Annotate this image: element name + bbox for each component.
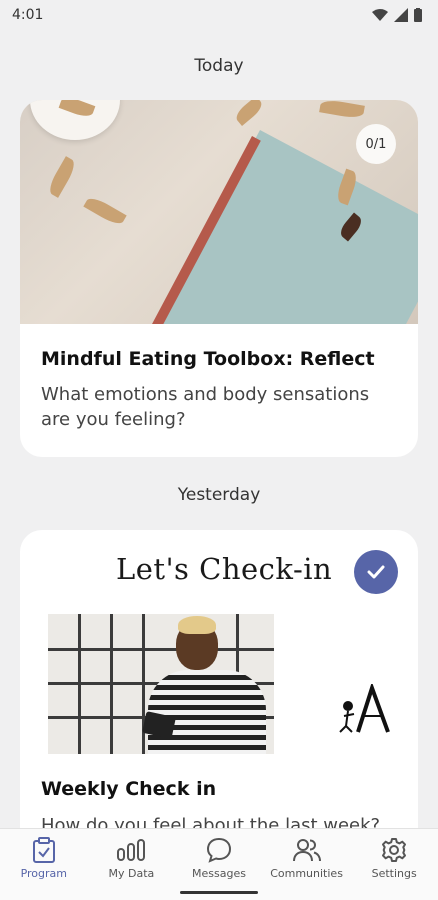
battery-icon bbox=[414, 8, 422, 22]
clipboard-check-icon bbox=[29, 835, 59, 865]
checkmark-icon bbox=[367, 565, 385, 579]
bar-chart-icon bbox=[116, 835, 146, 865]
card-cover-image: 0/1 bbox=[20, 100, 418, 324]
nav-messages[interactable]: Messages bbox=[175, 829, 263, 900]
section-header-yesterday: Yesterday bbox=[177, 485, 261, 505]
signal-icon bbox=[394, 8, 408, 22]
card-title: Mindful Eating Toolbox: Reflect bbox=[41, 348, 375, 370]
nav-settings[interactable]: Settings bbox=[350, 829, 438, 900]
nav-label: Communities bbox=[270, 867, 343, 880]
leaf-image bbox=[83, 194, 127, 228]
gear-icon bbox=[379, 835, 409, 865]
status-bar: 4:01 bbox=[0, 0, 438, 30]
card-subtitle: What emotions and body sensations are yo… bbox=[41, 384, 370, 430]
brand-logo-icon bbox=[339, 684, 390, 733]
checkin-photo bbox=[48, 614, 274, 754]
reflect-card[interactable]: 0/1 Mindful Eating Toolbox: Reflect What… bbox=[20, 100, 418, 457]
status-time: 4:01 bbox=[12, 7, 44, 23]
checkin-banner-title: Let's Check-in bbox=[116, 552, 333, 586]
section-header-today: Today bbox=[194, 56, 244, 76]
wifi-icon bbox=[372, 9, 388, 21]
nav-label: Settings bbox=[371, 867, 417, 880]
nav-label: Messages bbox=[192, 867, 246, 880]
card-title: Weekly Check in bbox=[41, 778, 217, 800]
leaf-image bbox=[45, 156, 79, 198]
program-feed[interactable]: Today 0/1 Mindful Eating Toolbox: Reflec… bbox=[0, 30, 438, 828]
window-frame bbox=[48, 648, 274, 651]
checkin-card[interactable]: Let's Check-in Weekly Check in How do yo… bbox=[20, 530, 418, 828]
leaf-image bbox=[319, 100, 365, 120]
nav-label: My Data bbox=[108, 867, 155, 880]
status-icons bbox=[372, 8, 422, 22]
person-shirt bbox=[148, 670, 266, 754]
nav-label: Program bbox=[20, 867, 67, 880]
progress-badge: 0/1 bbox=[356, 124, 396, 164]
nav-program[interactable]: Program bbox=[0, 829, 88, 900]
nav-my-data[interactable]: My Data bbox=[88, 829, 176, 900]
home-indicator[interactable] bbox=[180, 891, 258, 894]
leaf-image bbox=[233, 100, 265, 127]
people-icon bbox=[292, 835, 322, 865]
person-hair bbox=[178, 616, 216, 634]
card-subtitle: How do you feel about the last week? bbox=[41, 815, 381, 828]
completed-badge bbox=[354, 550, 398, 594]
nav-communities[interactable]: Communities bbox=[263, 829, 351, 900]
chat-bubble-icon bbox=[204, 835, 234, 865]
bottom-navigation: Program My Data Messages Communities Set… bbox=[0, 828, 438, 900]
